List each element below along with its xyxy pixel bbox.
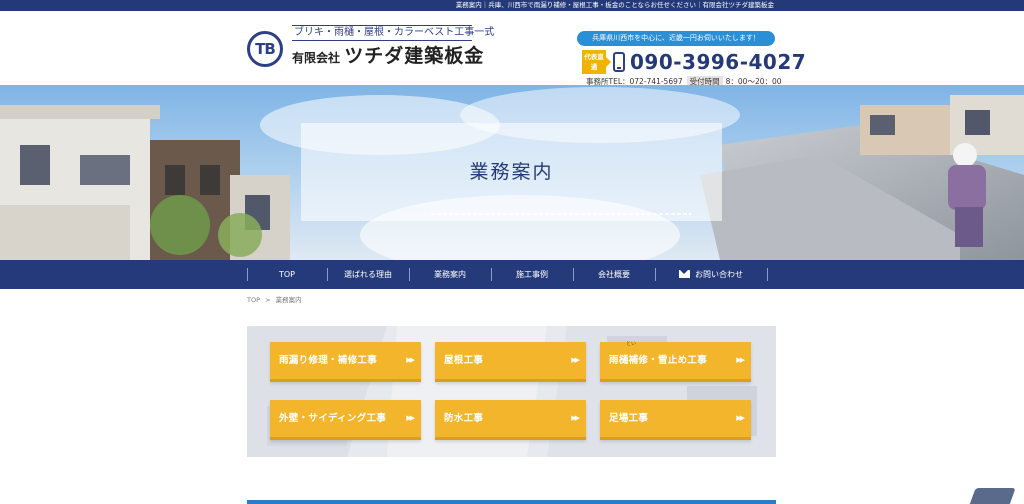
next-section-header-band <box>247 500 776 504</box>
double-arrow-icon: ▶▶ <box>736 414 745 422</box>
logo-mark-text: TB <box>255 40 276 58</box>
double-arrow-icon: ▶▶ <box>406 414 415 422</box>
company-prefix: 有限会社 <box>292 51 341 65</box>
company-name[interactable]: 有限会社 ツチダ建築板金 <box>292 44 484 70</box>
service-waterproof-button[interactable]: 防水工事 ▶▶ <box>435 400 586 440</box>
page-top-button[interactable] <box>968 488 1016 504</box>
nav-item-label: 選ばれる理由 <box>344 270 392 279</box>
breadcrumb-separator: > <box>265 296 271 304</box>
nav-item-works[interactable]: 施工事例 <box>491 260 573 289</box>
service-leak-repair-button[interactable]: 雨漏り修理・補修工事 ▶▶ <box>270 342 421 382</box>
nav-item-label: 会社概要 <box>598 270 630 279</box>
page-title: 業務案内 <box>469 161 554 183</box>
title-underline <box>431 213 691 215</box>
service-roofing-button[interactable]: 屋根工事 ▶▶ <box>435 342 586 382</box>
double-arrow-icon: ▶▶ <box>406 356 415 364</box>
service-label: 足場工事 <box>609 413 649 424</box>
top-info-text: 業務案内｜兵庫、川西市で雨漏り補修・屋根工事・板金のことならお任せください｜有限… <box>455 1 774 9</box>
direct-line-badge: 代表直通 <box>582 50 611 74</box>
double-arrow-icon: ▶▶ <box>571 356 580 364</box>
smartphone-icon <box>613 52 625 72</box>
service-scaffold-button[interactable]: 足場工事 ▶▶ <box>600 400 751 440</box>
service-area-banner: 兵庫県川西市を中心に、近畿一円お伺いいたします！ <box>577 31 775 46</box>
global-nav: TOP 選ばれる理由 業務案内 施工事例 会社概要 お問い合わせ <box>0 260 1024 289</box>
nav-item-label: 施工事例 <box>516 270 548 279</box>
hero-banner: 業務案内 <box>0 85 1024 260</box>
service-gutter-button[interactable]: とい 雨樋補修・雪止め工事 ▶▶ <box>600 341 751 382</box>
service-label: 屋根工事 <box>444 355 484 366</box>
nav-item-services[interactable]: 業務案内 <box>409 260 491 289</box>
company-logo-icon[interactable]: TB <box>247 31 283 67</box>
service-menu-panel: 雨漏り修理・補修工事 ▶▶ 屋根工事 ▶▶ とい 雨樋補修・雪止め工事 ▶▶ 外… <box>247 326 776 457</box>
nav-separator <box>767 268 768 281</box>
service-label: 雨漏り修理・補修工事 <box>279 355 378 366</box>
top-info-bar: 業務案内｜兵庫、川西市で雨漏り補修・屋根工事・板金のことならお任せください｜有限… <box>0 0 1024 11</box>
nav-item-contact[interactable]: お問い合わせ <box>655 260 767 289</box>
hero-title-panel: 業務案内 <box>301 123 722 221</box>
nav-item-company[interactable]: 会社概要 <box>573 260 655 289</box>
service-siding-button[interactable]: 外壁・サイディング工事 ▶▶ <box>270 400 421 440</box>
breadcrumb-home-link[interactable]: TOP <box>247 296 260 304</box>
double-arrow-icon: ▶▶ <box>736 356 745 364</box>
service-label: 防水工事 <box>444 413 484 424</box>
site-header: TB ブリキ・雨樋・屋根・カラーベスト工事一式 有限会社 ツチダ建築板金 兵庫県… <box>0 11 1024 88</box>
nav-item-top[interactable]: TOP <box>247 260 327 289</box>
breadcrumb-current: 業務案内 <box>275 296 302 304</box>
nav-item-label: お問い合わせ <box>695 270 743 279</box>
phone-number-link[interactable]: 090-3996-4027 <box>630 49 806 75</box>
nav-item-label: 業務案内 <box>434 270 466 279</box>
double-arrow-icon: ▶▶ <box>571 414 580 422</box>
service-label: 外壁・サイディング工事 <box>279 413 387 424</box>
breadcrumb: TOP > 業務案内 <box>247 295 302 305</box>
company-name-main: ツチダ建築板金 <box>344 45 485 67</box>
nav-item-reasons[interactable]: 選ばれる理由 <box>327 260 409 289</box>
mail-icon <box>679 270 690 278</box>
logo-tagline: ブリキ・雨樋・屋根・カラーベスト工事一式 <box>292 25 494 41</box>
nav-item-label: TOP <box>278 270 295 279</box>
service-label: 雨樋補修・雪止め工事 <box>609 355 708 366</box>
